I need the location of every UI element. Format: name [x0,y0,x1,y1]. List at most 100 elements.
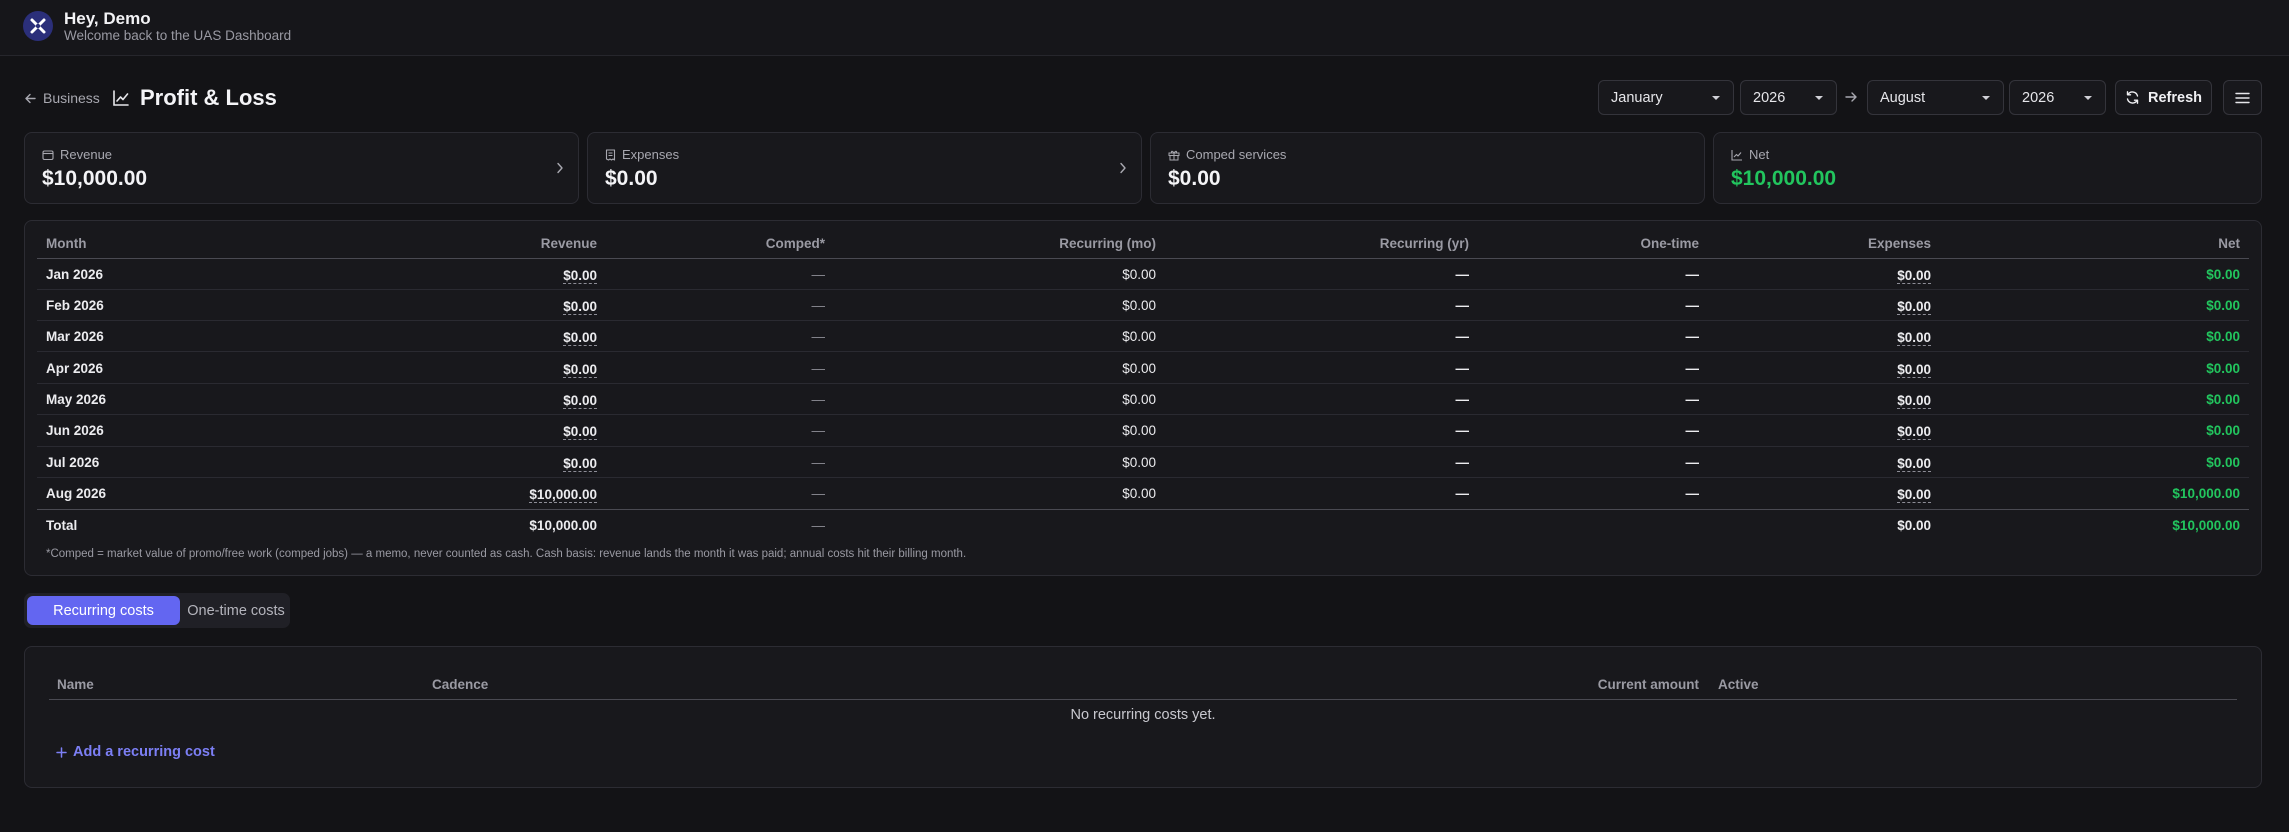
cell-comped: — [811,298,826,313]
revenue-card[interactable]: Revenue $10,000.00 [24,132,579,204]
refresh-button[interactable]: Refresh [2115,80,2212,115]
cell-recurring-yr: — [1455,298,1470,313]
cell-comped: — [811,423,826,438]
gift-icon [1168,150,1180,160]
cell-one-time: — [1685,361,1700,376]
expenses-value: $0.00 [605,167,658,190]
col-header-expenses: Expenses [1867,236,1931,251]
menu-button[interactable] [2223,80,2262,115]
chevron-right-icon [557,162,563,174]
cell-recurring-mo: $0.00 [1122,361,1156,376]
row-divider [37,320,2249,321]
from-year-select[interactable]: 2026 [1740,80,1837,115]
expenses-card[interactable]: Expenses $0.00 [587,132,1142,204]
total-comped: — [811,518,826,533]
cell-net: $0.00 [2206,423,2240,438]
cell-expenses-link[interactable]: $0.00 [1897,487,1931,503]
row-divider [37,446,2249,447]
chevron-down-icon [1982,96,1990,100]
cell-one-time: — [1685,298,1700,313]
col-header-month: Month [46,236,87,251]
cell-month: Aug 2026 [46,486,107,501]
cell-month: Jul 2026 [46,455,100,470]
greeting-subtitle: Welcome back to the UAS Dashboard [64,28,292,43]
chevron-down-icon [1712,96,1720,100]
row-divider [37,414,2249,415]
back-to-business-link[interactable]: Business [24,88,100,108]
cell-comped: — [811,486,826,501]
line-chart-icon [113,90,129,106]
page-title: Profit & Loss [140,85,277,110]
from-month-select[interactable]: January [1598,80,1734,115]
row-divider [37,351,2249,352]
revenue-label-text: Revenue [60,147,113,162]
cost-type-tabs: Recurring costs One-time costs [24,593,290,628]
cell-one-time: — [1685,267,1700,282]
net-label-text: Net [1749,147,1770,162]
to-month-value: August [1880,89,1926,106]
cell-net: $10,000.00 [2172,486,2240,501]
cell-expenses-link[interactable]: $0.00 [1897,268,1931,284]
cell-expenses-link[interactable]: $0.00 [1897,299,1931,315]
cell-revenue-link[interactable]: $0.00 [563,424,597,440]
back-link-label: Business [43,90,100,106]
cell-expenses-link[interactable]: $0.00 [1897,424,1931,440]
to-month-select[interactable]: August [1867,80,2004,115]
chevron-down-icon [1815,96,1823,100]
cell-revenue-link[interactable]: $0.00 [563,456,597,472]
revenue-value: $10,000.00 [42,167,148,190]
expenses-card-label: Expenses [605,147,679,162]
col-header-one-time: One-time [1640,236,1699,251]
cell-recurring-yr: — [1455,455,1470,470]
cell-one-time: — [1685,486,1700,501]
total-net: $10,000.00 [2172,518,2240,533]
net-card-label: Net [1731,147,1769,162]
plus-icon [56,746,67,758]
arrow-right-icon [1845,92,1857,102]
cell-recurring-yr: — [1455,423,1470,438]
expenses-label-text: Expenses [622,147,680,162]
app-logo-icon[interactable] [23,11,53,41]
arrow-left-icon [25,93,36,103]
costs-col-header-cadence: Cadence [432,677,489,692]
cell-expenses-link[interactable]: $0.00 [1897,456,1931,472]
add-recurring-cost-button[interactable]: Add a recurring cost [56,744,215,760]
cell-recurring-yr: — [1455,392,1470,407]
costs-col-header-active: Active [1718,677,1759,692]
col-header-comped: Comped* [765,236,825,251]
col-header-revenue: Revenue [540,236,597,251]
cell-recurring-mo: $0.00 [1122,423,1156,438]
cell-revenue-link[interactable]: $0.00 [563,299,597,315]
cell-recurring-yr: — [1455,486,1470,501]
cell-revenue-link[interactable]: $0.00 [563,268,597,284]
cell-revenue-link[interactable]: $0.00 [563,393,597,409]
tab-recurring-costs[interactable]: Recurring costs [27,596,180,625]
cell-one-time: — [1685,392,1700,407]
cell-month: Jan 2026 [46,267,104,282]
cell-revenue-link[interactable]: $10,000.00 [529,487,597,503]
col-header-recurring-yr: Recurring (yr) [1379,236,1469,251]
total-expenses: $0.00 [1897,518,1931,533]
revenue-card-label: Revenue [42,147,112,162]
to-year-select[interactable]: 2026 [2009,80,2106,115]
cell-expenses-link[interactable]: $0.00 [1897,330,1931,346]
cell-recurring-yr: — [1455,267,1470,282]
costs-header-divider [49,699,2237,700]
cell-expenses-link[interactable]: $0.00 [1897,362,1931,378]
line-chart-icon [1731,149,1742,161]
cell-recurring-mo: $0.00 [1122,267,1156,282]
cell-revenue-link[interactable]: $0.00 [563,330,597,346]
tab-one-time-costs[interactable]: One-time costs [184,596,288,625]
total-divider [37,509,2249,510]
cell-recurring-yr: — [1455,329,1470,344]
row-divider [37,289,2249,290]
comped-label-text: Comped services [1186,147,1287,162]
cell-expenses-link[interactable]: $0.00 [1897,393,1931,409]
page-header: Profit & Loss [112,84,277,112]
cell-month: Feb 2026 [46,298,104,313]
row-divider [37,477,2249,478]
cell-revenue-link[interactable]: $0.00 [563,362,597,378]
cell-net: $0.00 [2206,298,2240,313]
cell-month: Jun 2026 [46,423,104,438]
cell-recurring-mo: $0.00 [1122,329,1156,344]
